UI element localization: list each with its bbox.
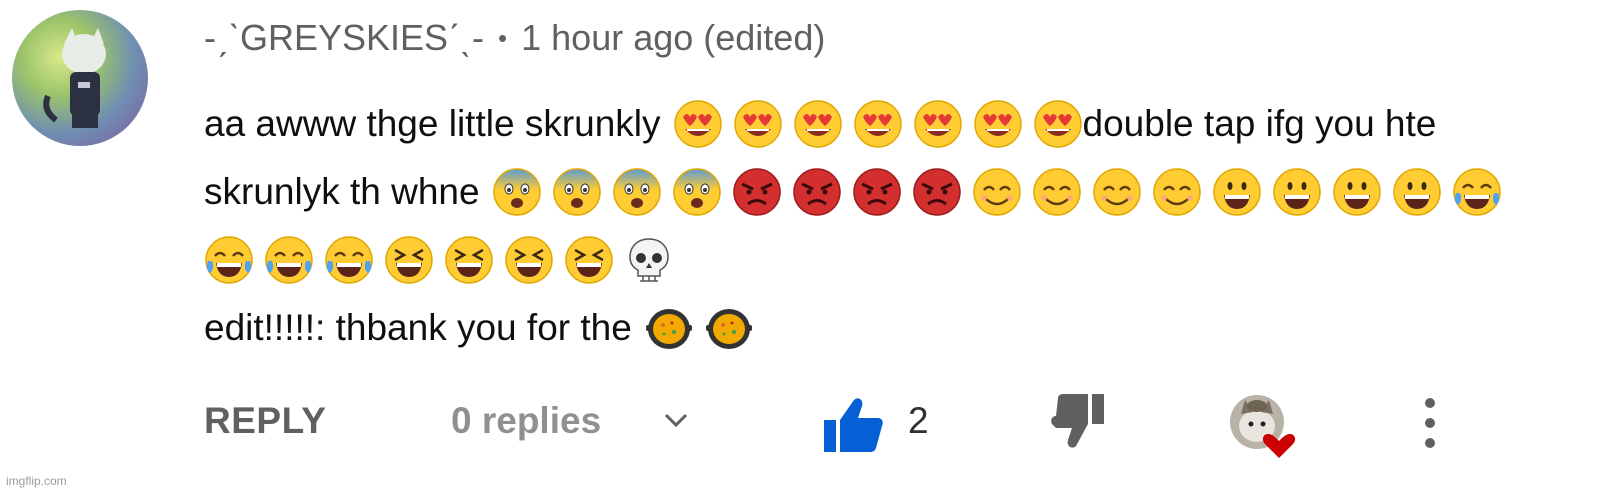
more-vertical-icon[interactable]	[1418, 394, 1442, 452]
comment-line-4: edit!!!!!: thbank you for the	[204, 294, 1614, 362]
squinting-laughing-emoji	[384, 235, 434, 285]
fearful-emoji	[552, 167, 602, 217]
avatar[interactable]	[12, 10, 148, 146]
comment-line-2: skrunlyk th whne	[204, 158, 1614, 226]
creator-heart-icon[interactable]	[1227, 392, 1299, 460]
angry-emoji	[852, 167, 902, 217]
heart-eyes-emoji	[853, 99, 903, 149]
paella-pan-emoji	[704, 303, 754, 353]
heart-eyes-emoji	[733, 99, 783, 149]
comment-text-2: skrunlyk th whne	[204, 171, 480, 212]
comment-body: aa awww thge little skrunkly double tap …	[204, 90, 1614, 362]
thumbs-up-icon[interactable]	[822, 396, 884, 454]
paella-pan-emoji	[644, 303, 694, 353]
tears-of-joy-emoji	[204, 235, 254, 285]
tears-of-joy-emoji	[324, 235, 374, 285]
thumbs-down-icon[interactable]	[1048, 394, 1106, 450]
smiling-emoji	[972, 167, 1022, 217]
comment-line-1: aa awww thge little skrunkly double tap …	[204, 90, 1614, 158]
grinning-emoji	[1272, 167, 1322, 217]
fearful-emoji	[672, 167, 722, 217]
comment-text-1: aa awww thge little skrunkly	[204, 103, 661, 144]
timestamp-link[interactable]: 1 hour ago (edited)	[521, 17, 825, 59]
watermark: imgflip.com	[6, 474, 67, 488]
tears-of-joy-emoji	[264, 235, 314, 285]
angry-emoji	[732, 167, 782, 217]
chevron-down-icon[interactable]	[660, 404, 692, 436]
angry-emoji	[792, 167, 842, 217]
reply-button[interactable]: REPLY	[204, 400, 326, 442]
comment-line-3	[204, 226, 1614, 294]
heart-eyes-emoji	[973, 99, 1023, 149]
heart-eyes-emoji	[913, 99, 963, 149]
tears-of-joy-emoji	[1452, 167, 1502, 217]
comment-actions: REPLY 0 replies 2	[0, 392, 1622, 458]
fearful-emoji	[492, 167, 542, 217]
replies-toggle[interactable]: 0 replies	[451, 400, 601, 442]
separator-dot: •	[498, 22, 508, 53]
author-name[interactable]: -ˏˋGREYSKIESˊˎ-	[204, 17, 484, 59]
grinning-emoji	[1212, 167, 1262, 217]
grinning-emoji	[1392, 167, 1442, 217]
smiling-emoji	[1152, 167, 1202, 217]
grinning-emoji	[1332, 167, 1382, 217]
smiling-emoji	[1032, 167, 1082, 217]
like-count: 2	[908, 400, 929, 441]
avatar-image	[43, 28, 106, 128]
squinting-laughing-emoji	[444, 235, 494, 285]
angry-emoji	[912, 167, 962, 217]
comment-text-4: edit!!!!!: thbank you for the	[204, 307, 632, 348]
heart-eyes-emoji	[793, 99, 843, 149]
comment-text-1-tail: double tap ifg you hte	[1082, 103, 1437, 144]
heart-eyes-emoji	[1033, 99, 1083, 149]
squinting-laughing-emoji	[504, 235, 554, 285]
skull-emoji	[624, 235, 674, 285]
squinting-laughing-emoji	[564, 235, 614, 285]
heart-eyes-emoji	[673, 99, 723, 149]
comment-header: -ˏˋGREYSKIESˊˎ- • 1 hour ago (edited)	[204, 14, 825, 62]
smiling-emoji	[1092, 167, 1142, 217]
comment-frame: -ˏˋGREYSKIESˊˎ- • 1 hour ago (edited) aa…	[0, 0, 1622, 492]
fearful-emoji	[612, 167, 662, 217]
